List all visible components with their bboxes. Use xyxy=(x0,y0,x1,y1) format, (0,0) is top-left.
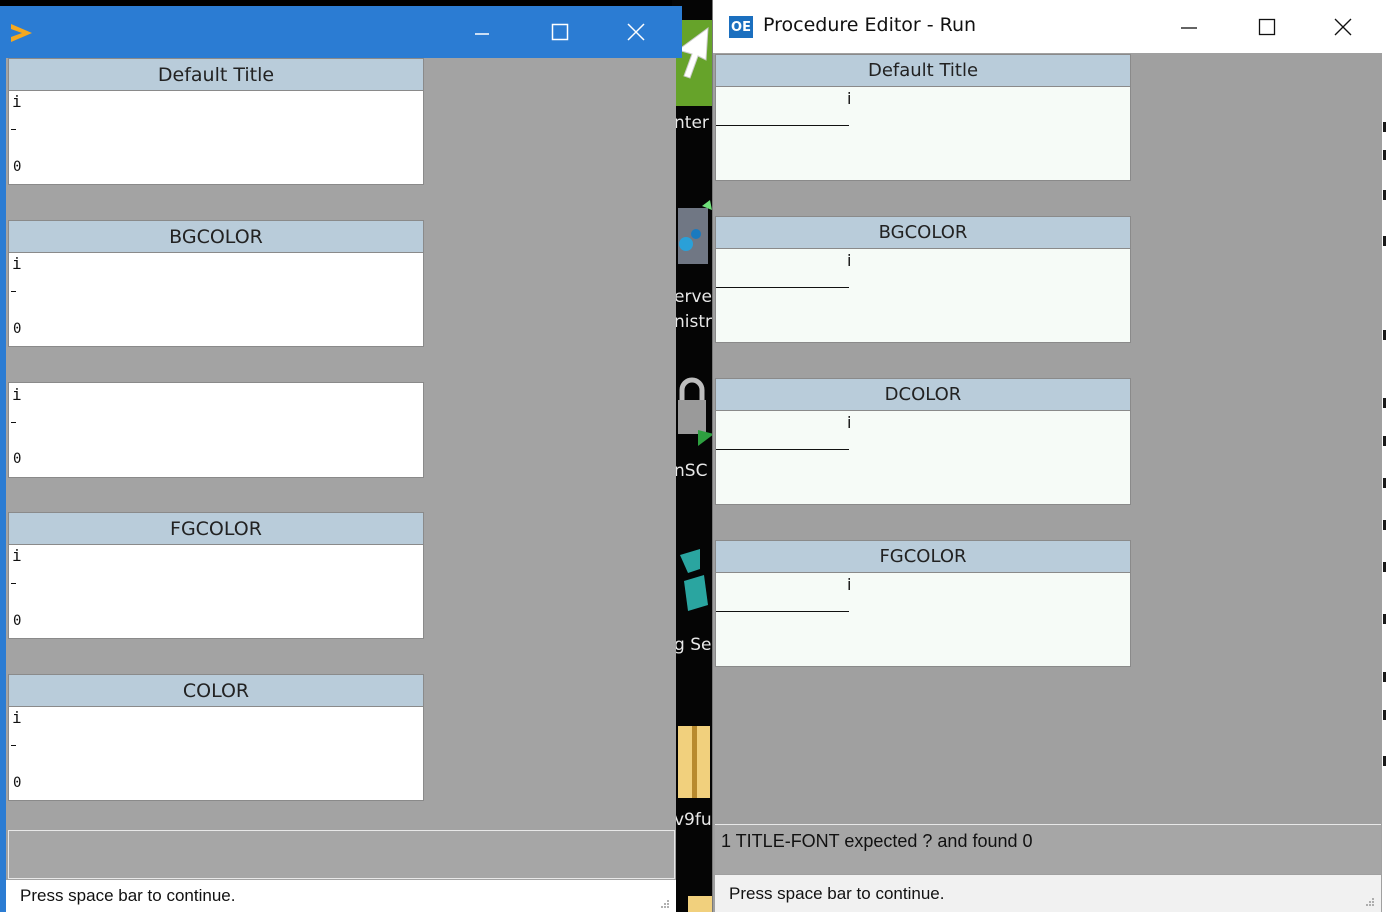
message-text: 1 TITLE-FONT expected ? and found 0 xyxy=(721,831,1033,851)
frame-default-title: Default Title i 0 xyxy=(8,58,424,185)
field-value-i: i xyxy=(847,251,852,270)
message-area: 1 TITLE-FONT expected ? and found 0 xyxy=(715,824,1381,874)
field-underline xyxy=(11,422,16,423)
maximize-icon xyxy=(1258,18,1276,35)
close-icon xyxy=(627,23,645,41)
frame-fgcolor: FGCOLOR i xyxy=(715,540,1131,667)
desktop-label-3: nistr xyxy=(674,312,713,332)
edge-mark xyxy=(1383,436,1386,446)
message-area xyxy=(8,830,675,879)
desktop-label-4: nSC xyxy=(674,461,708,481)
edge-mark xyxy=(1383,122,1386,132)
field-value-i: i xyxy=(847,413,852,432)
play-triangle-icon xyxy=(11,24,32,42)
resize-grip-icon[interactable] xyxy=(1363,896,1375,908)
background-window-edge xyxy=(1381,0,1389,912)
field-underline xyxy=(11,291,16,292)
desktop-label-2: erver xyxy=(674,287,716,307)
close-icon xyxy=(1334,18,1352,35)
edge-mark xyxy=(1383,478,1386,488)
frame-title: FGCOLOR xyxy=(9,513,423,545)
server-icon[interactable] xyxy=(674,200,714,280)
lock-icon[interactable] xyxy=(674,372,714,452)
desktop-label-6: v9fu xyxy=(674,810,712,830)
edge-mark xyxy=(1383,398,1386,408)
edge-mark xyxy=(1383,562,1386,572)
field-value-zero: 0 xyxy=(13,451,22,467)
field-value-i: i xyxy=(847,575,852,594)
close-button[interactable] xyxy=(1313,0,1373,53)
frame-bgcolor: BGCOLOR i 0 xyxy=(8,220,424,347)
edge-mark xyxy=(1383,614,1386,624)
frame-title: FGCOLOR xyxy=(716,541,1130,573)
edge-mark xyxy=(1383,330,1386,340)
minimize-button[interactable] xyxy=(452,6,512,58)
field-value-zero: 0 xyxy=(13,613,22,629)
procedure-editor-run-window: OE Procedure Editor - Run Default Title … xyxy=(712,0,1383,912)
resize-grip-icon[interactable] xyxy=(658,898,670,910)
field-value-zero: 0 xyxy=(13,775,22,791)
zip-folder-icon[interactable] xyxy=(674,724,714,804)
edge-mark xyxy=(1383,710,1386,720)
field-underline xyxy=(11,129,16,130)
frame-title: Default Title xyxy=(716,55,1130,87)
field-underline xyxy=(11,583,16,584)
field-underline xyxy=(716,125,849,126)
field-value-i: i xyxy=(12,254,22,273)
edge-mark xyxy=(1383,236,1386,246)
teal-app-icon[interactable] xyxy=(674,545,714,625)
frame-title: COLOR xyxy=(9,675,423,707)
field-underline xyxy=(716,611,849,612)
frame-bgcolor: BGCOLOR i xyxy=(715,216,1131,343)
window-title: Procedure Editor - Run xyxy=(763,14,977,36)
field-underline xyxy=(716,449,849,450)
edge-mark xyxy=(1383,672,1386,682)
edge-mark xyxy=(1383,756,1386,766)
desktop-label-5: g Se xyxy=(674,635,712,655)
frame-title: DCOLOR xyxy=(716,379,1130,411)
desktop-label-1: nter xyxy=(674,113,709,133)
openedge-icon: OE xyxy=(729,16,753,38)
frame-untitled: i 0 xyxy=(8,382,424,478)
window-titlebar[interactable]: OE Procedure Editor - Run xyxy=(713,0,1383,53)
desktop-background: nter erver nistr nSC g Se v9fu xyxy=(672,0,716,912)
maximize-icon xyxy=(551,23,569,41)
maximize-button[interactable] xyxy=(530,6,590,58)
field-underline xyxy=(11,745,16,746)
frame-title: BGCOLOR xyxy=(716,217,1130,249)
field-value-i: i xyxy=(12,708,22,727)
frame-default-title: Default Title i xyxy=(715,54,1131,181)
frame-title: BGCOLOR xyxy=(9,221,423,253)
progress-run-window: Default Title i 0 BGCOLOR i 0 i 0 FGCOLO… xyxy=(0,6,682,912)
field-value-i: i xyxy=(847,89,852,108)
window-titlebar[interactable] xyxy=(0,6,682,58)
minimize-button[interactable] xyxy=(1159,0,1219,53)
close-button[interactable] xyxy=(606,6,666,58)
frame-fgcolor: FGCOLOR i 0 xyxy=(8,512,424,639)
edge-mark xyxy=(1383,190,1386,200)
field-value-i: i xyxy=(12,546,22,565)
field-value-i: i xyxy=(12,92,22,111)
frame-color: COLOR i 0 xyxy=(8,674,424,801)
minimize-icon xyxy=(1181,26,1197,29)
maximize-button[interactable] xyxy=(1237,0,1297,53)
field-underline xyxy=(716,287,849,288)
status-bar: Press space bar to continue. xyxy=(6,880,676,912)
edge-mark xyxy=(1383,150,1386,160)
status-bar: Press space bar to continue. xyxy=(715,875,1381,912)
zip-folder-icon-partial[interactable] xyxy=(688,896,712,912)
frame-title: Default Title xyxy=(9,59,423,91)
frame-dcolor: DCOLOR i xyxy=(715,378,1131,505)
edge-mark xyxy=(1383,520,1386,530)
field-value-i: i xyxy=(12,385,22,404)
minimize-icon xyxy=(475,33,489,35)
field-value-zero: 0 xyxy=(13,321,22,337)
field-value-zero: 0 xyxy=(13,159,22,175)
